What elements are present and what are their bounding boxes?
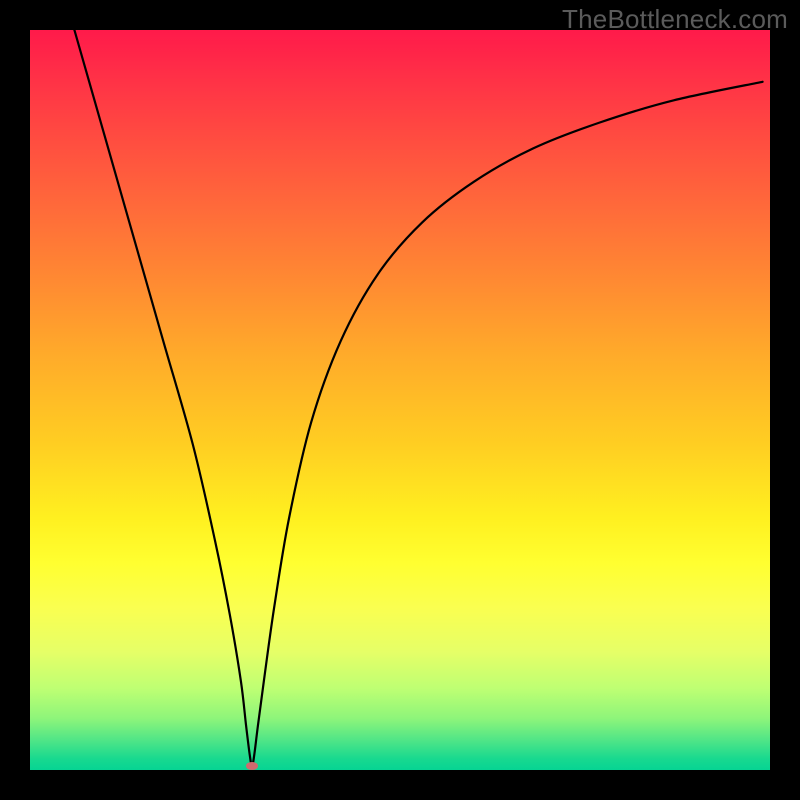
curve-svg	[30, 30, 770, 770]
bottleneck-curve-path	[74, 30, 762, 766]
watermark-text: TheBottleneck.com	[562, 4, 788, 35]
plot-area	[30, 30, 770, 770]
chart-container: TheBottleneck.com	[0, 0, 800, 800]
minimum-marker	[246, 762, 258, 770]
